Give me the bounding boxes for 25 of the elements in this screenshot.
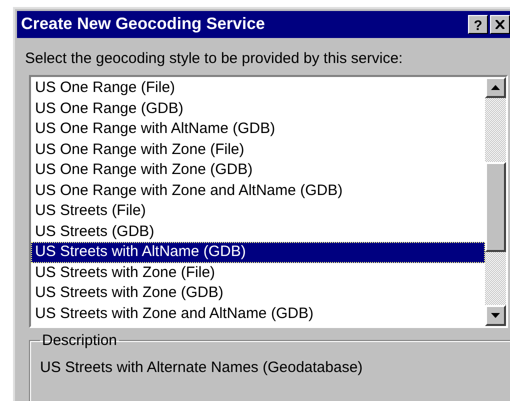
list-item[interactable]: US Streets with Zone (GDB) bbox=[31, 283, 485, 304]
list-item[interactable]: US Streets (GDB) bbox=[31, 222, 485, 242]
scrollbar[interactable] bbox=[485, 77, 506, 326]
up-arrow-icon bbox=[491, 85, 500, 90]
list-item[interactable]: US Streets with Zone and AltName (GDB) bbox=[31, 304, 485, 324]
list-item[interactable]: US One Range with AltName (GDB) bbox=[31, 119, 485, 140]
prompt-label: Select the geocoding style to be provided by this service: bbox=[25, 50, 404, 67]
close-button[interactable] bbox=[490, 15, 510, 34]
list-item[interactable]: US One Range with Zone and AltName (GDB) bbox=[31, 180, 485, 201]
scroll-thumb[interactable] bbox=[485, 162, 506, 252]
description-text: US Streets with Alternate Names (Geodatabase) bbox=[40, 359, 364, 376]
list-item[interactable]: US Streets (File) bbox=[31, 201, 485, 222]
down-arrow-icon bbox=[491, 313, 500, 318]
list-item[interactable]: US One Range with Zone (File) bbox=[31, 140, 485, 160]
list-item[interactable]: US One Range (File) bbox=[31, 78, 485, 98]
list-item[interactable]: US One Range (GDB) bbox=[31, 98, 485, 119]
scroll-up-button[interactable] bbox=[485, 77, 506, 98]
help-button[interactable]: ? bbox=[468, 15, 488, 34]
group-title: Description bbox=[41, 332, 118, 349]
list-item[interactable]: US One Range with Zone (GDB) bbox=[31, 160, 485, 180]
scroll-down-button[interactable] bbox=[485, 305, 506, 326]
list-item[interactable]: US Streets with AltName (GDB) bbox=[31, 242, 485, 262]
list-item[interactable]: US Streets with Zone (File) bbox=[31, 262, 485, 283]
close-icon bbox=[495, 20, 505, 29]
window-title: Create New Geocoding Service bbox=[21, 15, 266, 34]
